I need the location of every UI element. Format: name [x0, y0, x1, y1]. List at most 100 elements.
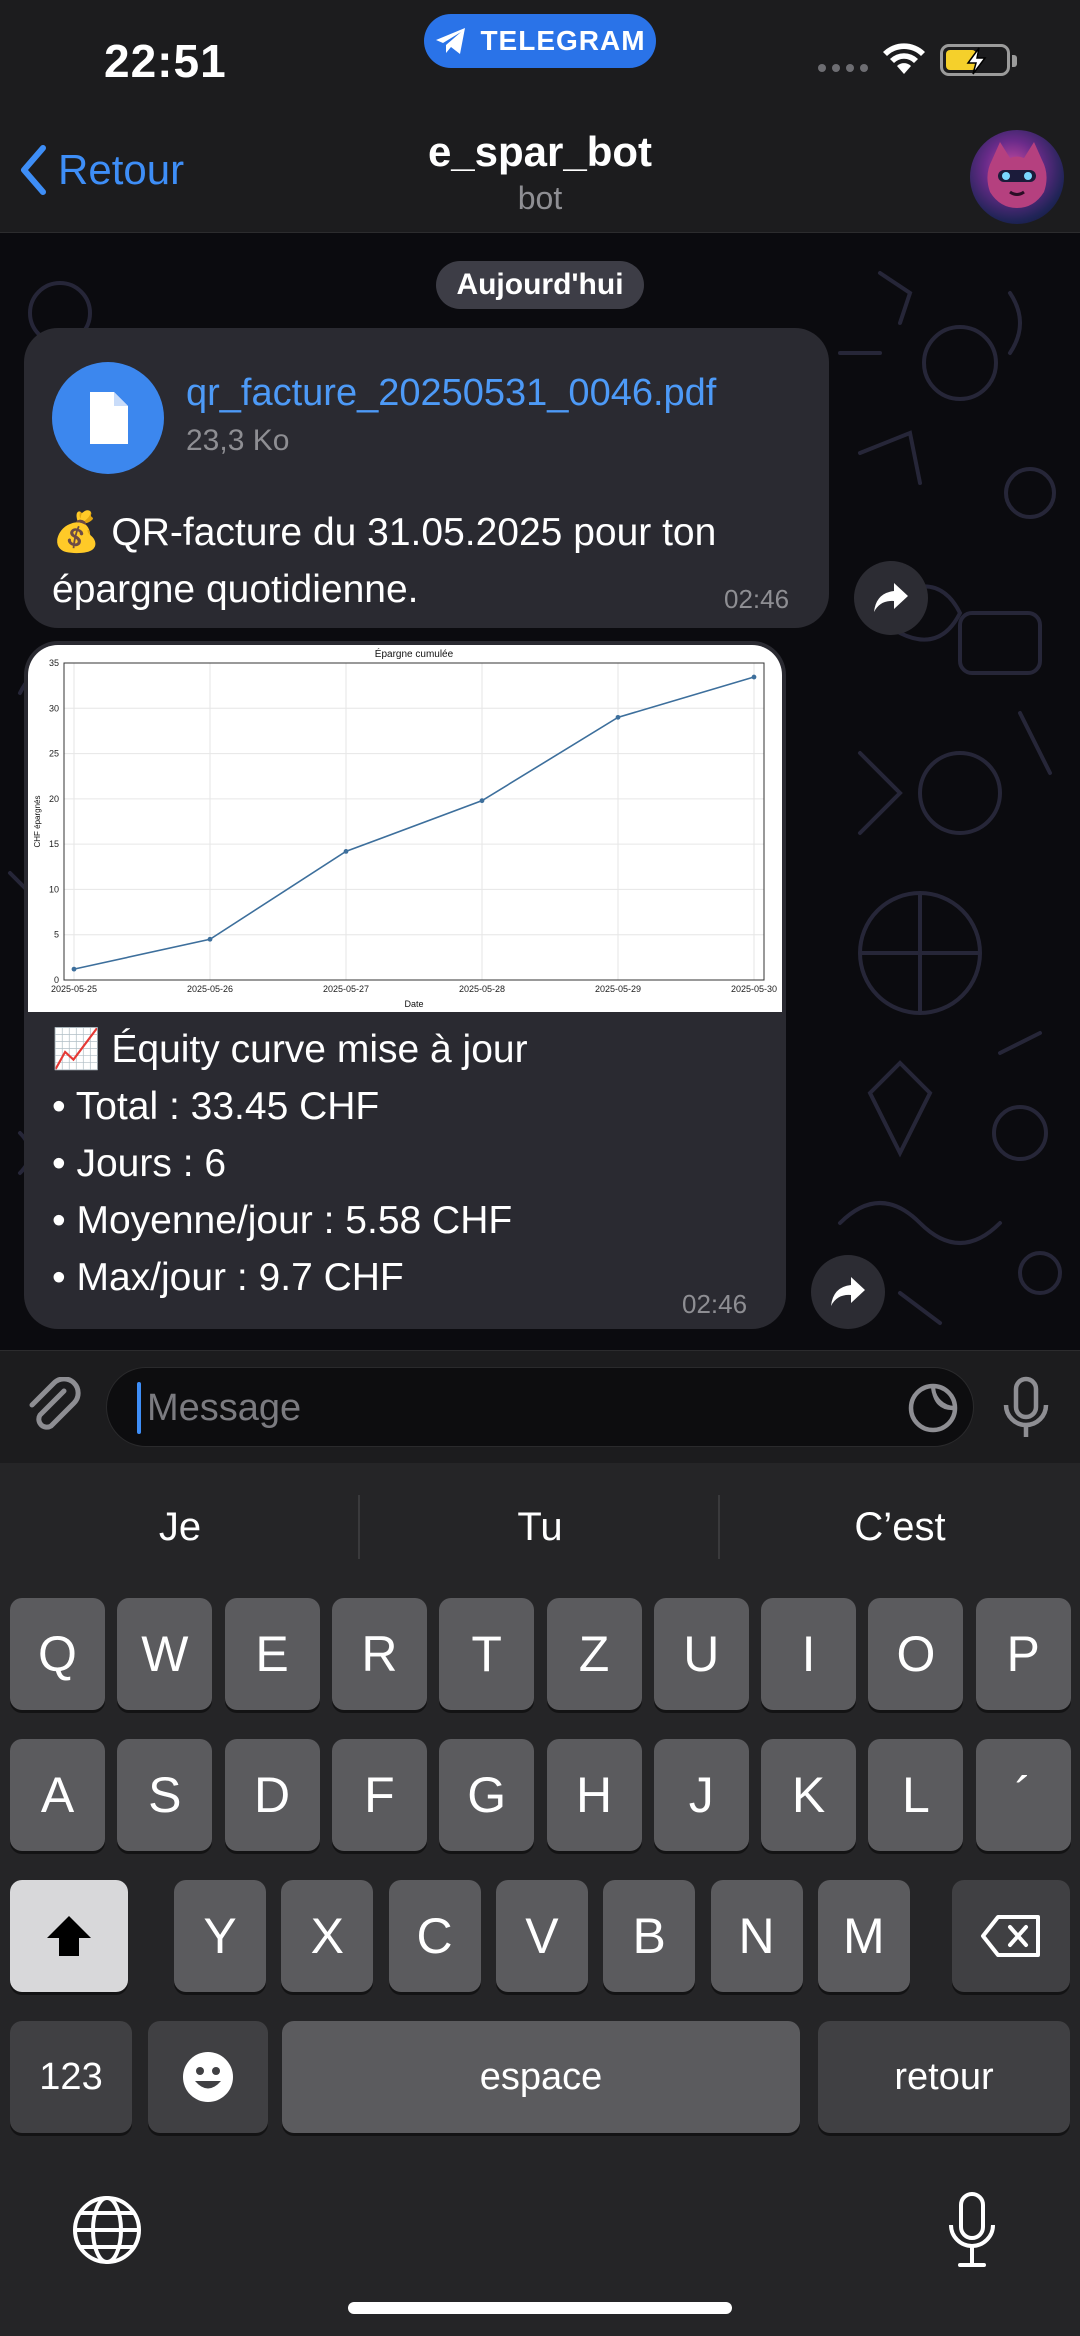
key-row3-4[interactable]: B [603, 1880, 696, 1992]
message-composer [0, 1350, 1080, 1464]
forward-button[interactable] [811, 1255, 885, 1329]
message-line: • Jours : 6 [52, 1142, 227, 1185]
x-axis-label: Date [404, 999, 423, 1009]
key-row1-1[interactable]: W [117, 1598, 213, 1710]
message-line: • Moyenne/jour : 5.58 CHF [52, 1199, 513, 1242]
message-line: épargne quotidienne. [52, 568, 419, 611]
key-row3-5[interactable]: N [710, 1880, 803, 1992]
message-bubble-chart[interactable]: 0 5 10 15 20 25 30 35 2025-05-25 2025-05-26 2025-0… [24, 641, 786, 1329]
share-arrow-icon [874, 583, 908, 612]
shift-key[interactable] [10, 1880, 128, 1992]
y-axis-label: CHF épargnés [33, 795, 42, 847]
data-point [343, 848, 349, 854]
key-row2-6[interactable]: J [653, 1739, 749, 1851]
x-tick-label: 2025-05-29 [595, 984, 641, 994]
key-row1-2[interactable]: E [224, 1598, 320, 1710]
data-point [71, 966, 77, 972]
dictation-microphone-icon[interactable] [946, 2191, 998, 2269]
key-row2-3[interactable]: F [331, 1739, 427, 1851]
home-indicator[interactable] [348, 2302, 732, 2314]
message-time: 02:46 [724, 584, 790, 614]
key-row3-6[interactable]: M [817, 1880, 910, 1992]
message-bubble-file[interactable]: qr_facture_20250531_0046.pdf 23,3 Ko 💰 Q… [24, 328, 829, 628]
key-row1-4[interactable]: T [439, 1598, 535, 1710]
suggestion-1[interactable]: Je [0, 1463, 360, 1591]
key-row2-8[interactable]: L [868, 1739, 964, 1851]
key-row1-0[interactable]: Q [10, 1598, 105, 1710]
message-line: Équity curve mise à jour [111, 1028, 528, 1071]
key-row2-2[interactable]: D [224, 1739, 320, 1851]
space-key[interactable]: espace [282, 2021, 800, 2133]
equity-chart: 051015202530352025-05-25 2025-05-26 2025-0… [33, 647, 777, 1009]
key-row2-7[interactable]: K [761, 1739, 857, 1851]
key-row1-5[interactable]: Z [546, 1598, 642, 1710]
numbers-key[interactable]: 123 [10, 2021, 132, 2133]
x-tick-label: 2025-05-27 [323, 984, 369, 994]
key-row2-4[interactable]: G [439, 1739, 535, 1851]
message-input[interactable] [145, 1368, 889, 1448]
battery-icon [940, 44, 1017, 76]
signal-icon [818, 64, 868, 72]
key-row1-6[interactable]: U [653, 1598, 749, 1710]
suggestion-3[interactable]: C’est [720, 1463, 1080, 1591]
y-tick-label: 10 [49, 884, 59, 894]
sticker-icon[interactable] [905, 1380, 961, 1436]
document-icon[interactable] [52, 362, 164, 474]
message-field[interactable] [106, 1367, 974, 1448]
x-tick-label: 2025-05-26 [187, 984, 233, 994]
chat-title[interactable]: e_spar_bot [0, 128, 1080, 176]
status-time: 22:51 [104, 35, 227, 87]
chat-header: Retour e_spar_bot bot [0, 110, 1080, 233]
key-row1-9[interactable]: P [975, 1598, 1071, 1710]
globe-icon[interactable] [70, 2193, 144, 2267]
text-cursor [137, 1382, 141, 1434]
money-bag-emoji: 💰 [52, 511, 101, 554]
backspace-icon [981, 1915, 1040, 1957]
key-row1-7[interactable]: I [761, 1598, 857, 1710]
key-row2-5[interactable]: H [546, 1739, 642, 1851]
key-row3-0[interactable]: Y [174, 1880, 266, 1992]
chart-emoji: 📈 [52, 1028, 101, 1071]
suggestion-2[interactable]: Tu [360, 1463, 720, 1591]
chart-image[interactable]: 0 5 10 15 20 25 30 35 2025-05-25 2025-05-26 2025-0… [28, 645, 782, 1012]
chat-subtitle: bot [517, 180, 563, 216]
chat-area[interactable]: Aujourd'hui qr_facture_20250531_0046.pdf… [0, 233, 1080, 1350]
key-row3-1[interactable]: X [281, 1880, 374, 1992]
keyboard: Je Tu C’est Q W E R T Z U I O P A S D F G H J K L ´ Y X C V B N M … [0, 1463, 1080, 2336]
telegram-icon [436, 28, 466, 54]
x-tick-label: 2025-05-30 [731, 984, 777, 994]
wifi-icon [883, 43, 925, 74]
y-tick-label: 5 [54, 930, 59, 940]
key-row1-8[interactable]: O [868, 1598, 964, 1710]
message-line: • Total : 33.45 CHF [52, 1085, 380, 1128]
return-key[interactable]: retour [818, 2021, 1070, 2133]
paperclip-icon[interactable] [24, 1377, 84, 1439]
file-name-link[interactable]: qr_facture_20250531_0046.pdf [186, 372, 716, 415]
chart-title: Épargne cumulée [375, 647, 454, 660]
delete-key[interactable] [952, 1880, 1070, 1992]
key-row2-1[interactable]: S [117, 1739, 213, 1851]
forward-button[interactable] [854, 561, 928, 635]
avatar[interactable] [970, 130, 1064, 224]
key-row2-9[interactable]: ´ [975, 1739, 1071, 1851]
shift-icon [47, 1916, 91, 1956]
telegram-pill[interactable]: TELEGRAM [424, 14, 656, 68]
key-row3-3[interactable]: V [495, 1880, 588, 1992]
message-text: 📈 Équity curve mise à jour • Total : 33.… [52, 1021, 772, 1306]
plot-area [63, 662, 765, 981]
data-point [207, 936, 213, 942]
y-tick-label: 20 [49, 794, 59, 804]
y-tick-label: 25 [49, 749, 59, 759]
telegram-label: TELEGRAM [480, 25, 646, 56]
share-arrow-icon [831, 1277, 865, 1306]
avatar-cat-image [987, 142, 1047, 208]
x-tick-label: 2025-05-28 [459, 984, 505, 994]
data-point [615, 714, 621, 720]
microphone-icon[interactable] [1000, 1375, 1052, 1441]
message-text: 💰 QR-facture du 31.05.2025 pour ton épar… [52, 504, 812, 618]
key-row1-3[interactable]: R [331, 1598, 427, 1710]
key-row2-0[interactable]: A [10, 1739, 105, 1851]
emoji-key[interactable] [148, 2021, 268, 2133]
y-tick-label: 35 [49, 658, 59, 668]
key-row3-2[interactable]: C [388, 1880, 481, 1992]
